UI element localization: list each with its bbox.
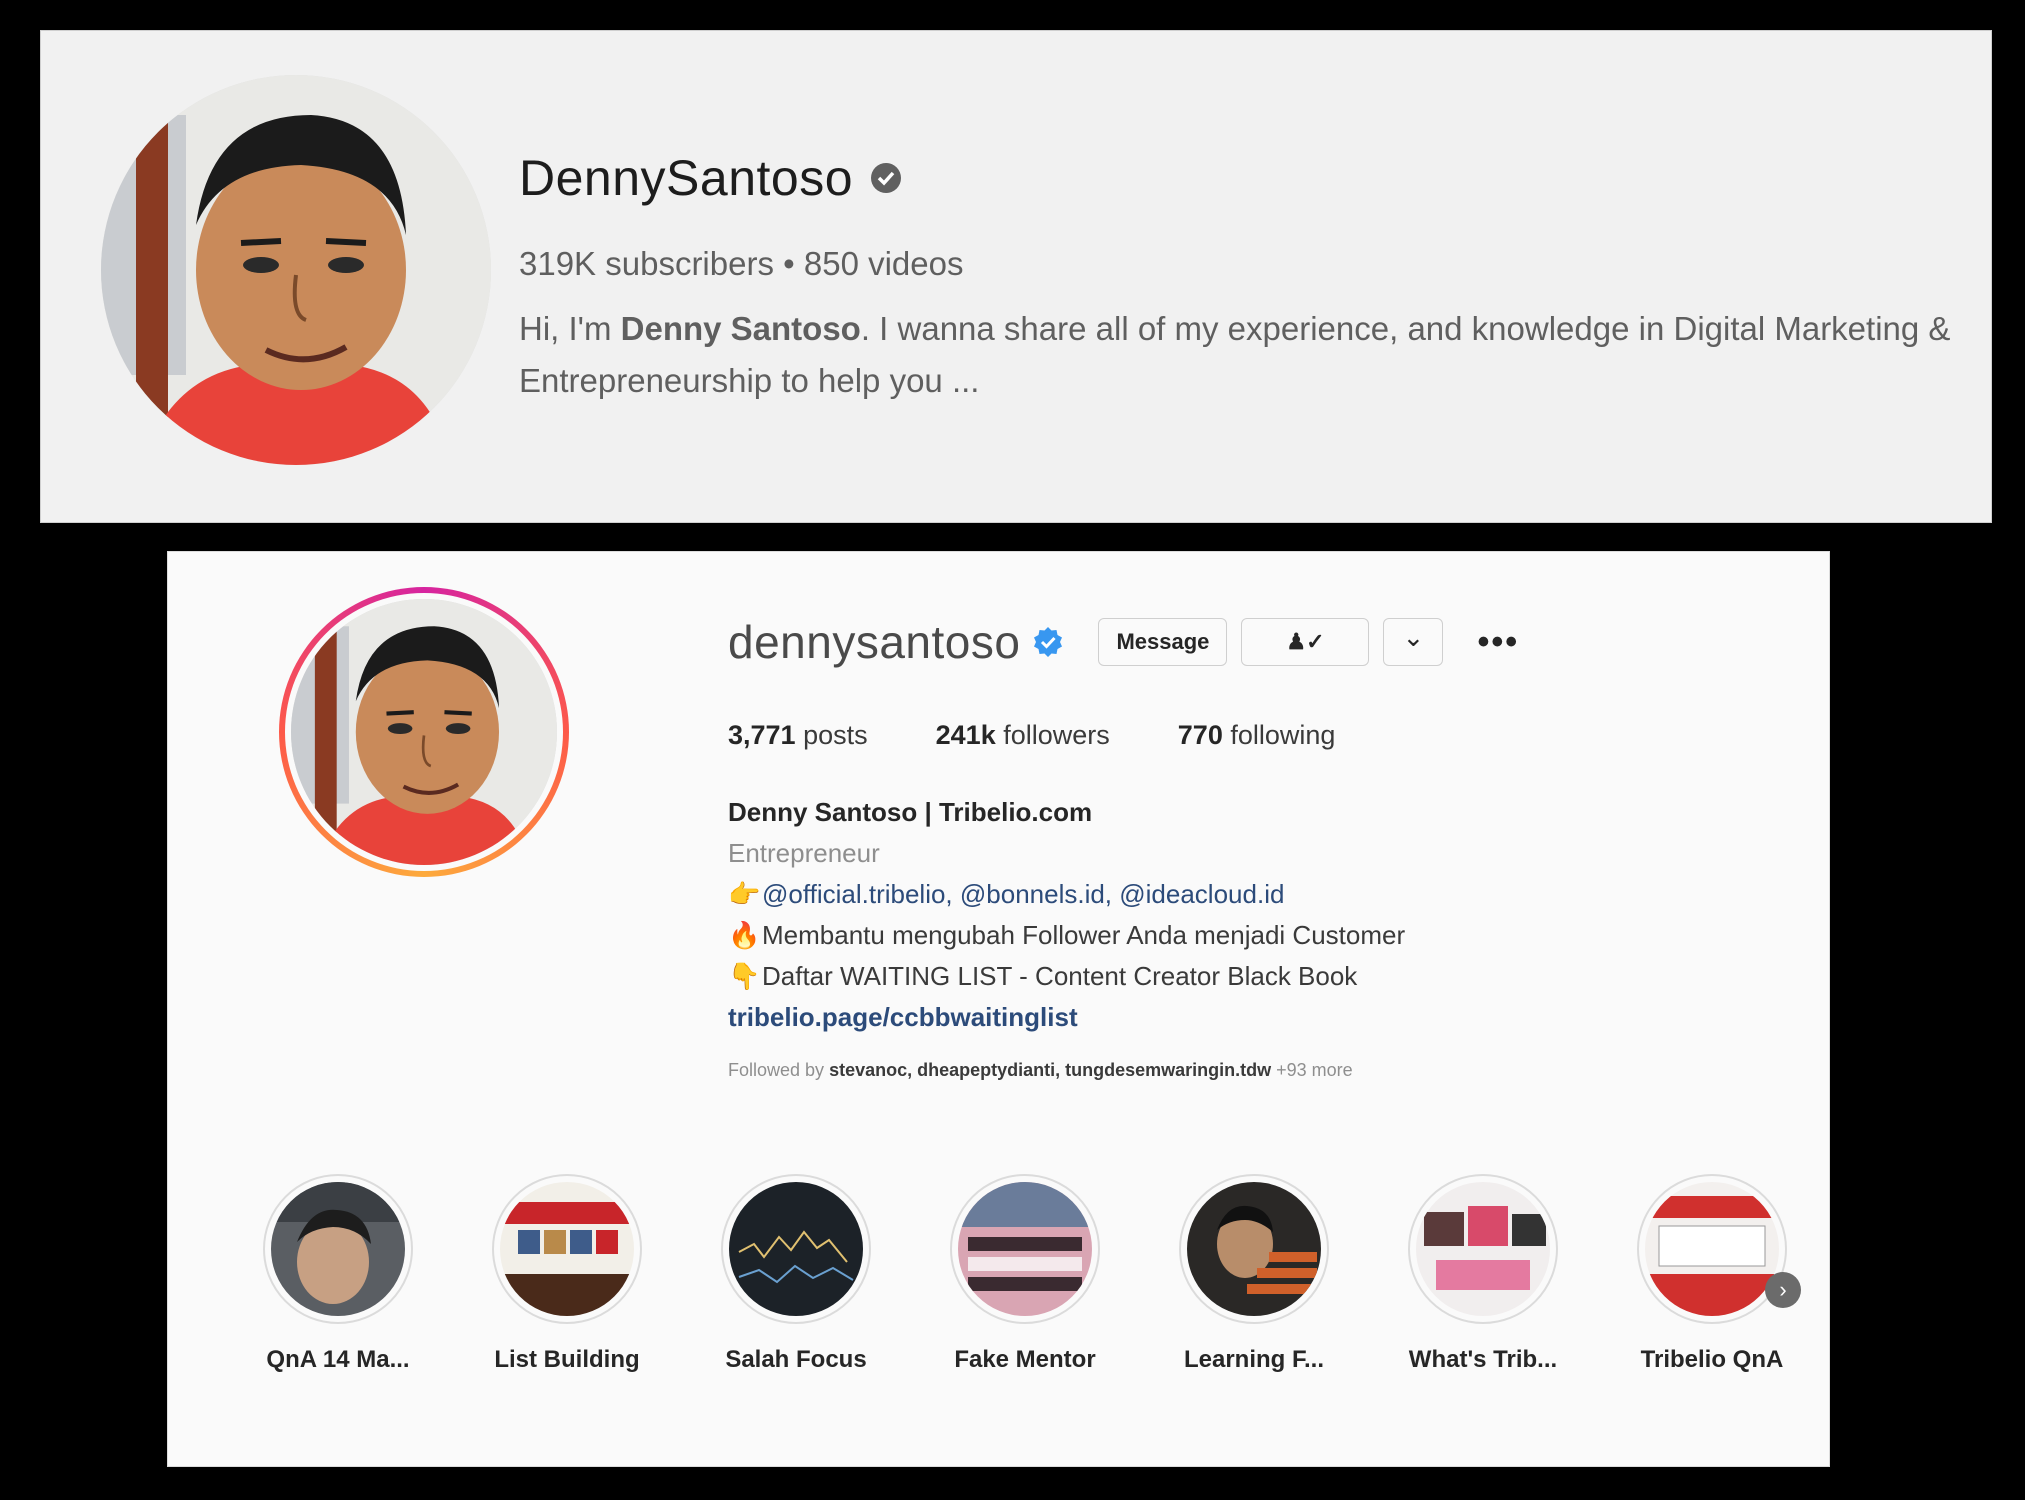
posts-label: posts	[803, 720, 868, 750]
following-label: following	[1230, 720, 1336, 750]
following-button[interactable]: ♟✓	[1241, 618, 1370, 666]
followed-by-names: stevanoc, dheapeptydianti, tungdesemwari…	[829, 1060, 1272, 1080]
highlight-item[interactable]: What's Trib...	[1383, 1174, 1583, 1374]
followers-count: 241k	[935, 720, 996, 750]
followers-label: followers	[1003, 720, 1110, 750]
pointing-hand-icon: 👉	[728, 879, 761, 909]
highlight-ring	[263, 1174, 413, 1324]
followed-by-more: +93 more	[1271, 1060, 1353, 1080]
instagram-top-row: dennysantoso Message ♟✓ ⌄ •••	[728, 614, 1519, 670]
instagram-username: dennysantoso	[728, 616, 1021, 668]
instagram-profile-header: dennysantoso Message ♟✓ ⌄ ••• 3,771 post…	[167, 551, 1830, 1467]
youtube-channel-name[interactable]: DennySantoso	[519, 149, 853, 207]
instagram-avatar	[291, 599, 557, 865]
highlight-ring	[1408, 1174, 1558, 1324]
highlight-cover	[729, 1182, 863, 1316]
highlight-cover	[1187, 1182, 1321, 1316]
highlight-label: QnA 14 Ma...	[266, 1346, 410, 1373]
verified-badge-icon	[1034, 627, 1063, 657]
category-label: Entrepreneur	[728, 838, 880, 868]
highlight-item[interactable]: Salah Focus	[696, 1174, 896, 1374]
instagram-bio: Denny Santoso | Tribelio.com Entrepreneu…	[728, 792, 1405, 1038]
chevron-down-icon: ⌄	[1402, 621, 1425, 652]
following-stat[interactable]: 770 following	[1178, 720, 1336, 751]
avatar-gap	[285, 593, 563, 871]
pointing-down-icon: 👇	[728, 961, 761, 991]
fire-icon: 🔥	[728, 920, 761, 950]
full-name: Denny Santoso | Tribelio.com	[728, 797, 1093, 827]
highlight-ring	[1179, 1174, 1329, 1324]
bio-mentions[interactable]: @official.tribelio, @bonnels.id, @ideacl…	[762, 879, 1284, 909]
followed-by[interactable]: Followed by stevanoc, dheapeptydianti, t…	[728, 1060, 1353, 1081]
highlight-ring	[492, 1174, 642, 1324]
highlight-cover	[500, 1182, 634, 1316]
followers-stat[interactable]: 241k followers	[936, 720, 1110, 751]
bio-link[interactable]: tribelio.page/ccbbwaitinglist	[728, 997, 1405, 1038]
youtube-description[interactable]: Hi, I'm Denny Santoso. I wanna share all…	[519, 303, 1989, 407]
youtube-channel-header: DennySantoso 319K subscribers • 850 vide…	[40, 30, 1992, 523]
suggestions-dropdown-button[interactable]: ⌄	[1383, 618, 1444, 666]
stats-separator: •	[783, 245, 795, 282]
following-count: 770	[1177, 720, 1223, 750]
highlight-label: Salah Focus	[725, 1346, 867, 1373]
highlight-cover	[958, 1182, 1092, 1316]
highlight-ring	[721, 1174, 871, 1324]
highlight-cover	[1645, 1182, 1779, 1316]
youtube-name-row: DennySantoso	[519, 149, 903, 207]
highlight-label: List Building	[494, 1346, 640, 1373]
instagram-counts: 3,771 posts 241k followers 770 following	[728, 720, 1403, 751]
description-bold-name: Denny Santoso	[620, 310, 861, 347]
description-prefix: Hi, I'm	[519, 310, 621, 347]
highlight-cover	[1416, 1182, 1550, 1316]
bio-text-3: Daftar WAITING LIST - Content Creator Bl…	[762, 961, 1358, 991]
instagram-avatar-ring[interactable]	[279, 587, 569, 877]
avatar-portrait-image	[101, 75, 491, 465]
person-check-icon: ♟✓	[1286, 629, 1325, 654]
highlight-item[interactable]: Learning F...	[1154, 1174, 1354, 1374]
youtube-avatar[interactable]	[101, 75, 491, 465]
posts-count: 3,771	[728, 720, 796, 750]
followed-by-prefix: Followed by	[728, 1060, 830, 1080]
bio-line-waiting: 👇Daftar WAITING LIST - Content Creator B…	[728, 956, 1405, 997]
highlight-cover	[271, 1182, 405, 1316]
highlights-next-button[interactable]: ›	[1765, 1272, 1801, 1308]
verified-check-icon	[871, 163, 902, 193]
subscriber-count: 319K subscribers	[519, 245, 774, 282]
highlight-ring	[950, 1174, 1100, 1324]
highlight-label: Learning F...	[1183, 1346, 1324, 1373]
highlight-label: Fake Mentor	[954, 1346, 1096, 1373]
highlight-ring	[1637, 1174, 1787, 1324]
video-count: 850 videos	[803, 245, 964, 282]
highlight-item[interactable]: List Building	[467, 1174, 667, 1374]
youtube-stats: 319K subscribers • 850 videos	[519, 245, 964, 283]
highlight-label: Tribelio QnA	[1640, 1346, 1784, 1373]
more-options-icon[interactable]: •••	[1477, 623, 1519, 662]
highlight-label: What's Trib...	[1408, 1346, 1558, 1373]
posts-stat: 3,771 posts	[728, 720, 868, 751]
message-button[interactable]: Message	[1098, 618, 1228, 666]
story-highlights: QnA 14 Ma... List Building Salah Focus F…	[238, 1174, 1801, 1374]
bio-line-mentions: 👉@official.tribelio, @bonnels.id, @ideac…	[728, 874, 1405, 915]
avatar-portrait-image	[291, 599, 557, 865]
chevron-right-icon: ›	[1779, 1277, 1787, 1302]
bio-line-fire: 🔥Membantu mengubah Follower Anda menjadi…	[728, 915, 1405, 956]
highlight-item[interactable]: Fake Mentor	[925, 1174, 1125, 1374]
highlight-item[interactable]: QnA 14 Ma...	[238, 1174, 438, 1374]
bio-text-2: Membantu mengubah Follower Anda menjadi …	[762, 920, 1406, 950]
